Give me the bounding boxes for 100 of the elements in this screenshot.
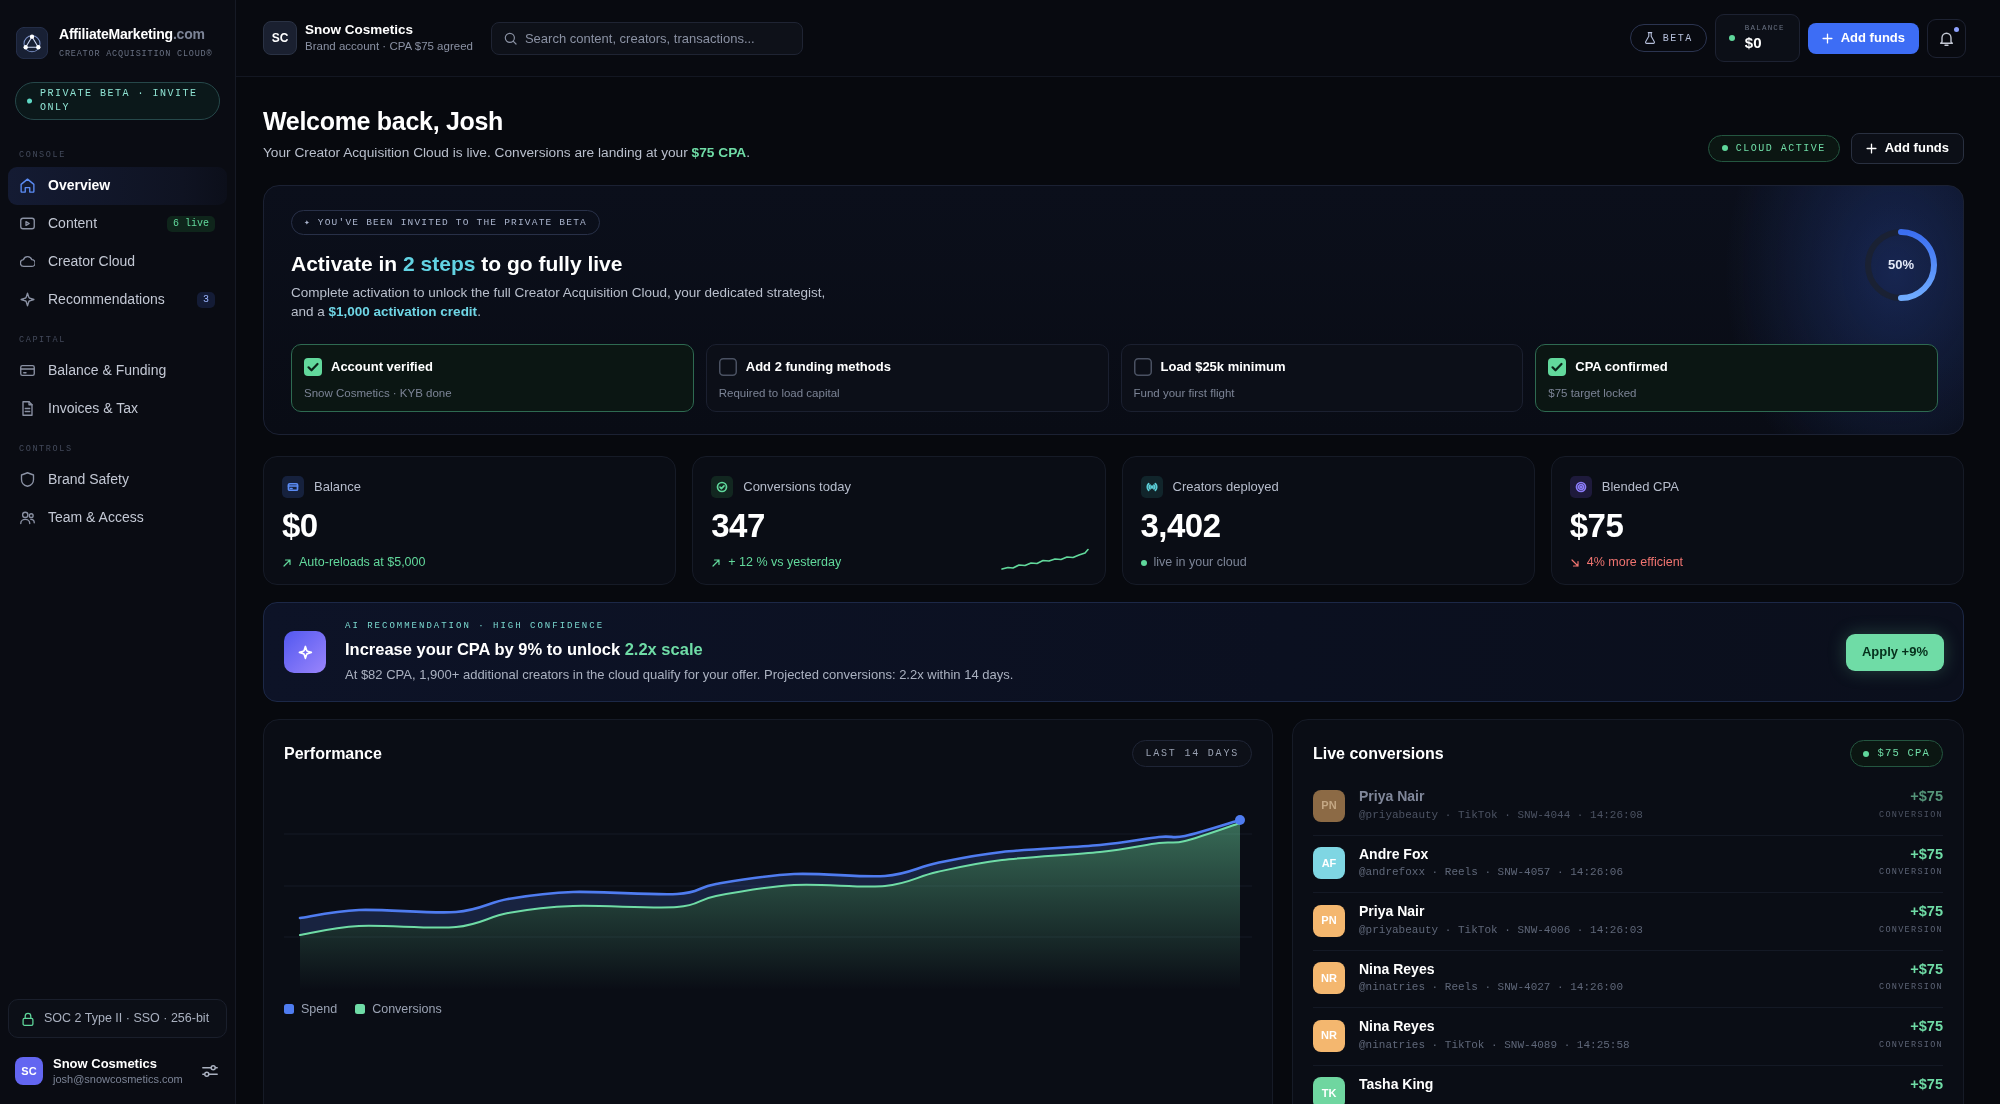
conversion-label: CONVERSION <box>1879 808 1943 822</box>
add-funds-button[interactable]: Add funds <box>1850 132 1964 164</box>
stat-trend: live in your cloud <box>1153 554 1247 572</box>
status-dot-icon <box>1140 559 1147 566</box>
checkbox[interactable] <box>1133 357 1152 376</box>
conversion-label: CONVERSION <box>1879 923 1943 937</box>
stat-trend: 4% more efficient <box>1586 554 1684 572</box>
plus-icon <box>1865 142 1877 154</box>
brand-tagline: CREATOR ACQUISITION CLOUD® <box>59 47 213 61</box>
stat-trend: Auto-reloads at $5,000 <box>299 554 426 572</box>
stat-label: Creators deployed <box>1172 478 1279 497</box>
nav-item[interactable]: Invoices & Tax <box>8 389 227 428</box>
creator-avatar: PN <box>1313 904 1345 937</box>
account-avatar: SC <box>15 1057 43 1086</box>
creator-name: Nina Reyes <box>1359 960 1436 978</box>
stat-value: $75 <box>1569 508 1625 545</box>
section-label: CONTROLS <box>18 442 74 455</box>
add-funds-button[interactable]: Add funds <box>1807 22 1919 54</box>
brand-name: AffiliateMarketing.com <box>59 26 206 43</box>
section-label: CAPITAL <box>18 333 67 346</box>
target-icon <box>1569 476 1592 499</box>
creator-avatar: PN <box>1313 789 1345 822</box>
card-icon <box>282 476 304 499</box>
card-title: Live conversions <box>1313 743 1444 764</box>
home-icon <box>20 178 35 194</box>
plus-icon <box>1821 32 1833 44</box>
step-title: Account verified <box>331 358 433 377</box>
activation-title: Activate in 2 steps to go fully live <box>291 250 624 277</box>
conversion-amount: +$75 <box>1909 960 1943 978</box>
creator-avatar: AF <box>1313 847 1345 880</box>
stat-trend: + 12 % vs yesterday <box>728 554 842 572</box>
play-icon <box>20 216 35 232</box>
step-subtitle: $75 target locked <box>1548 385 1638 401</box>
checkbox[interactable] <box>304 357 322 376</box>
account-email: josh@snowcosmetics.com <box>53 1071 183 1086</box>
status-text: CLOUD ACTIVE <box>1735 141 1826 156</box>
step-title: Add 2 funding methods <box>745 358 891 377</box>
status-dot-icon <box>27 97 33 104</box>
status-dot-icon <box>1728 35 1735 41</box>
stat-label: Conversions today <box>743 478 851 497</box>
checkbox[interactable] <box>718 357 737 376</box>
status-dot-icon <box>1863 750 1870 757</box>
creator-name: Andre Fox <box>1359 845 1430 863</box>
logo-icon <box>16 27 48 60</box>
sparkle-icon <box>284 631 326 674</box>
search-field[interactable]: Search content, creators, transactions... <box>490 21 803 55</box>
conversion-meta: @ninatries · TikTok · SNW-4089 · 14:25:58 <box>1359 1038 1631 1053</box>
beta-text: BETA <box>1662 31 1693 46</box>
lock-icon <box>21 1011 35 1026</box>
arrow-down-right-icon <box>1569 557 1580 568</box>
card-icon <box>20 363 35 379</box>
live-badge: 6 live <box>167 215 215 232</box>
conversion-amount: +$75 <box>1909 845 1943 863</box>
conversion-meta: @priyabeauty · TikTok · SNW-4006 · 14:26:03 <box>1359 923 1644 938</box>
creator-avatar: NR <box>1313 962 1345 995</box>
conversion-meta: @priyabeauty · TikTok · SNW-4044 · 14:26:08 <box>1359 808 1644 823</box>
welcome-title: Welcome back, Josh <box>263 106 505 137</box>
conversion-label: CONVERSION <box>1879 981 1943 994</box>
range-button[interactable]: LAST 14 DAYS <box>1132 740 1252 768</box>
creator-avatar: NR <box>1313 1019 1345 1052</box>
conversion-meta: @andrefoxx · Reels · SNW-4057 · 14:26:06 <box>1359 866 1625 880</box>
shield-icon <box>20 472 35 488</box>
nav-item[interactable]: Overview <box>8 166 227 205</box>
creator-name: Nina Reyes <box>1359 1018 1436 1035</box>
nav-item[interactable]: Team & Access <box>8 498 227 537</box>
count-badge: 3 <box>197 291 215 308</box>
security-text: SOC 2 Type II · SSO · 256-bit <box>44 1010 210 1028</box>
broadcast-icon <box>1140 476 1163 499</box>
account-subtitle: Brand account · CPA $75 agreed <box>305 38 473 54</box>
sliders-icon <box>202 1063 218 1080</box>
search-icon <box>503 31 517 45</box>
recommendation-title: Increase your CPA by 9% to unlock 2.2x scale <box>345 639 704 660</box>
conversion-amount: +$75 <box>1909 903 1943 921</box>
recommendation-description: At $82 CPA, 1,900+ additional creators in the cloud qualify for your offer. Projected conversions: 2.2x within 14 days. <box>345 665 1014 684</box>
notification-dot-icon <box>1954 26 1959 32</box>
balance-value: $0 <box>1744 35 1763 52</box>
sparkle-icon <box>20 292 35 308</box>
document-icon <box>20 401 35 417</box>
bell-icon <box>1939 30 1954 46</box>
checkbox[interactable] <box>1548 357 1567 376</box>
nav-item[interactable]: Recommendations 3 <box>8 280 227 319</box>
nav-item[interactable]: Creator Cloud <box>8 242 227 281</box>
welcome-subtitle: Your Creator Acquisition Cloud is live. Conversions are landing at your $75 CPA. <box>263 144 750 162</box>
flask-icon <box>1643 32 1656 44</box>
apply-button[interactable]: Apply +9% <box>1845 633 1944 671</box>
nav-item[interactable]: Content 6 live <box>8 204 227 243</box>
conversion-amount: +$75 <box>1910 1075 1943 1093</box>
conversion-amount: +$75 <box>1909 1018 1943 1036</box>
users-icon <box>20 510 35 526</box>
beta-text: PRIVATE BETA · INVITE ONLY <box>40 86 199 115</box>
step-title: CPA confirmed <box>1575 358 1668 377</box>
step-subtitle: Snow Cosmetics · KYB done <box>304 385 453 401</box>
account-name: Snow Cosmetics <box>53 1056 159 1072</box>
section-label: CONSOLE <box>18 148 67 161</box>
arrow-up-right-icon <box>282 557 292 568</box>
nav-item[interactable]: Brand Safety <box>8 460 227 499</box>
creator-name: Tasha King <box>1359 1075 1435 1093</box>
nav-item[interactable]: Balance & Funding <box>8 351 227 390</box>
stat-value: 3,402 <box>1140 508 1222 545</box>
step-subtitle: Required to load capital <box>718 385 841 401</box>
